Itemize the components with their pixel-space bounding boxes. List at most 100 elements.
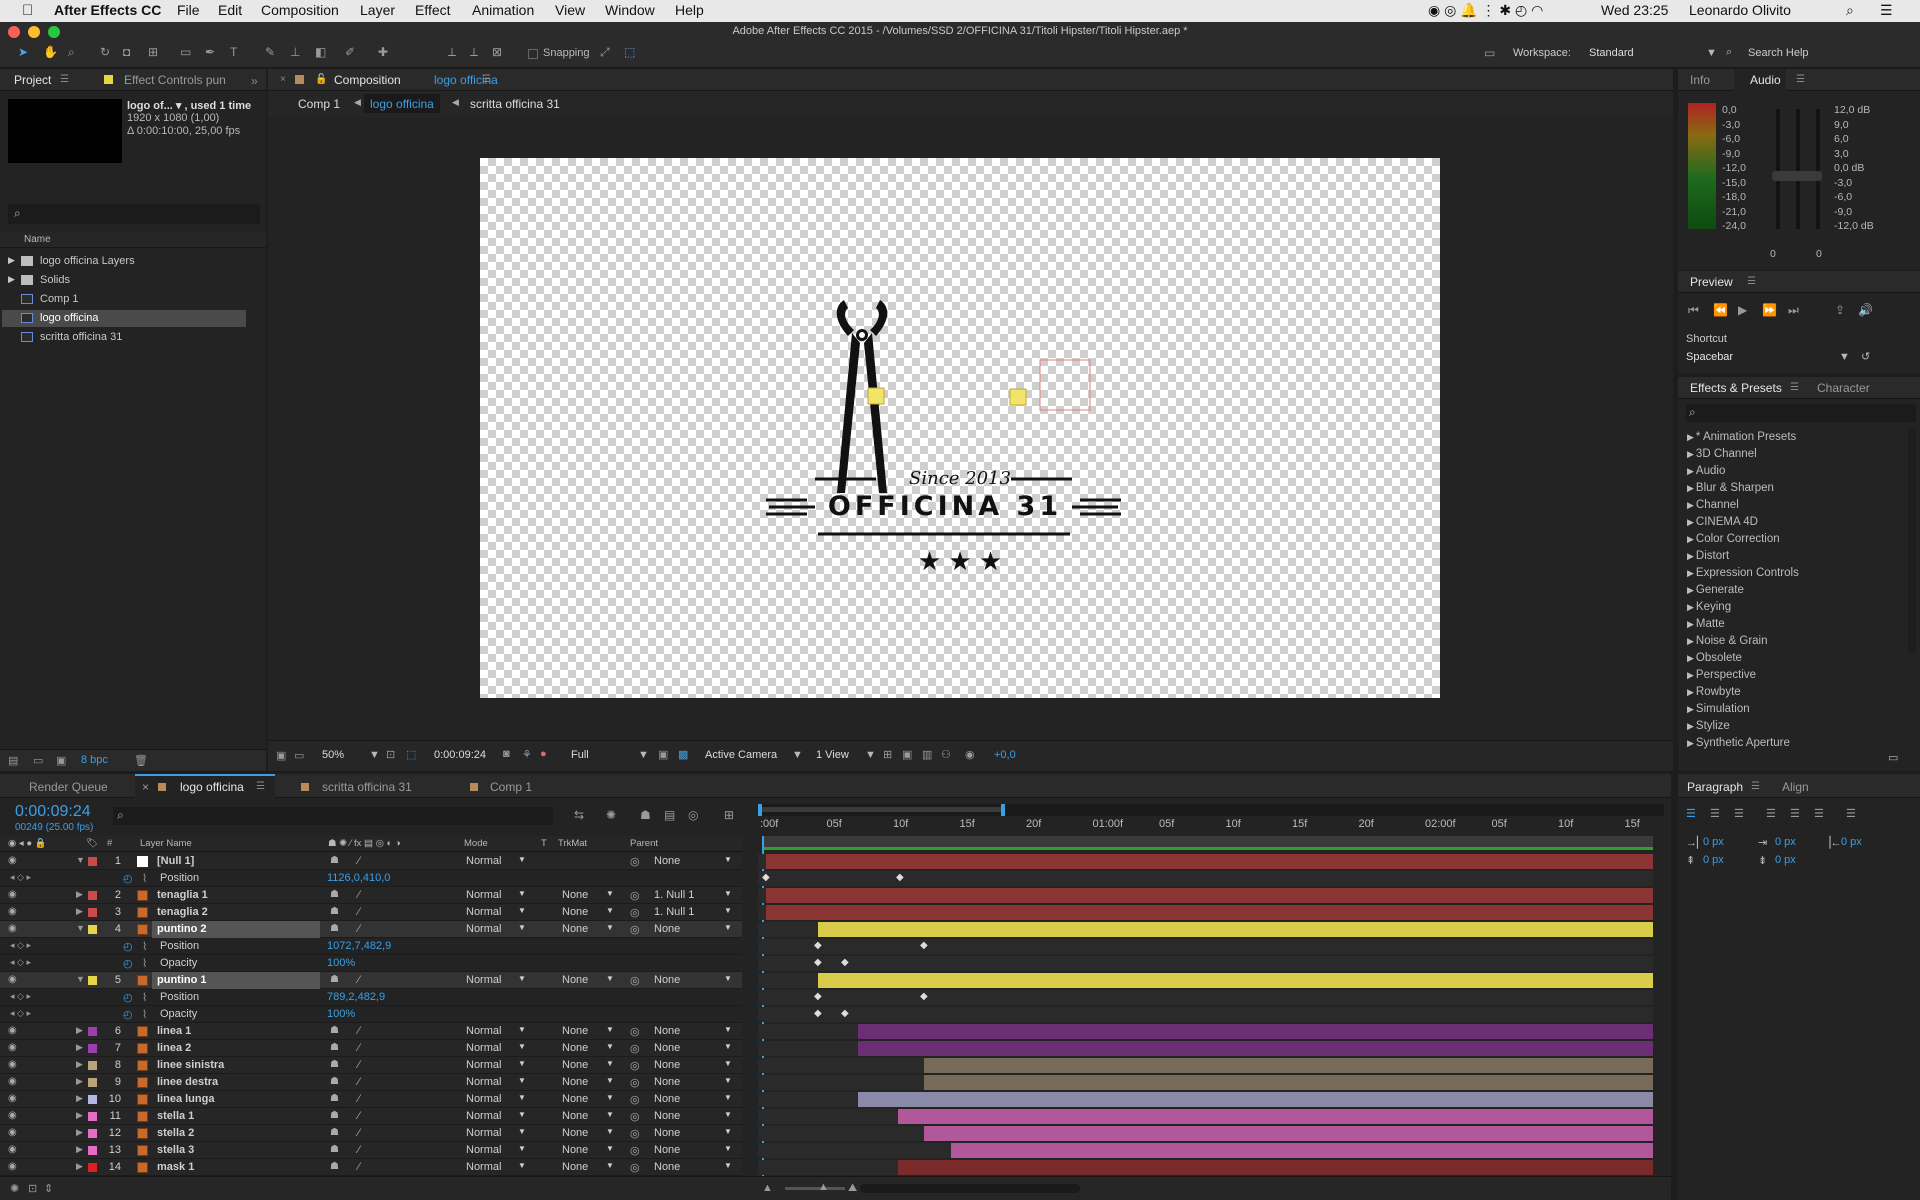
project-item[interactable]: ▶ Solids [2, 272, 246, 289]
tab-effect-controls[interactable]: Effect Controls pun [124, 73, 226, 87]
expand-arrow-icon[interactable]: ▶ [1687, 721, 1694, 731]
layer-name[interactable]: tenaglia 2 [157, 906, 208, 918]
tab-comp1[interactable]: Comp 1 [490, 780, 532, 794]
quality-switch-icon[interactable]: ⁄ [358, 906, 360, 918]
pickwhip-icon[interactable]: ◎ [630, 1025, 640, 1038]
layer-row[interactable]: ◉ ▼ 5 puntino 1 ☗ ⁄ Normal ▼ None ▼ ◎ None ▼ [0, 972, 742, 989]
brush-tool-icon[interactable]: ✎ [265, 45, 275, 59]
search-help-input[interactable]: Search Help [1748, 47, 1809, 59]
stopwatch-icon[interactable]: ◴ [123, 872, 133, 885]
zoom-select[interactable]: 50% [322, 749, 344, 761]
prev-frame-icon[interactable]: ⏪ [1713, 303, 1728, 317]
trkmat-dropdown-icon[interactable]: ▼ [606, 1161, 614, 1170]
effects-category[interactable]: ▶ Keying [1687, 601, 1731, 613]
expand-arrow-icon[interactable]: ▶ [1687, 585, 1694, 595]
trkmat-select[interactable]: None [562, 1059, 588, 1071]
mode-dropdown-icon[interactable]: ▼ [518, 855, 526, 864]
in-out-icon[interactable]: ⇕ [44, 1182, 53, 1195]
shy-switch-icon[interactable]: ☗ [330, 1161, 339, 1172]
expand-arrow-icon[interactable]: ▶ [76, 1076, 83, 1087]
justify-left-icon[interactable]: ☰ [1766, 807, 1776, 820]
column-trkmat[interactable]: TrkMat [558, 838, 587, 849]
puppet-tool-icon[interactable]: ✚ [378, 45, 388, 59]
camera-tool-icon[interactable]: ◘ [123, 45, 130, 59]
effects-category[interactable]: ▶ Stylize [1687, 720, 1730, 732]
project-item[interactable]: logo officina [2, 310, 246, 327]
rotate-tool-icon[interactable]: ↻ [100, 45, 110, 59]
tab-character[interactable]: Character [1817, 381, 1870, 395]
layer-duration-bar[interactable] [818, 973, 1653, 988]
pickwhip-icon[interactable]: ◎ [630, 1093, 640, 1106]
mode-dropdown-icon[interactable]: ▼ [518, 1161, 526, 1170]
workspace-dropdown-icon[interactable]: ▼ [1706, 47, 1717, 59]
transfer-controls-icon[interactable]: ⊡ [28, 1182, 37, 1195]
navigator-end-handle[interactable] [1001, 804, 1005, 816]
trkmat-dropdown-icon[interactable]: ▼ [606, 923, 614, 932]
label-color-swatch[interactable] [88, 976, 97, 985]
layer-name[interactable]: linee sinistra [157, 1059, 224, 1071]
reset-exposure-icon[interactable]: ◉ [965, 748, 975, 761]
expand-arrow-icon[interactable]: ▶ [76, 1025, 83, 1036]
label-color-swatch[interactable] [88, 1129, 97, 1138]
indent-right-value[interactable]: 0 px [1841, 836, 1862, 848]
parent-dropdown-icon[interactable]: ▼ [724, 1059, 732, 1068]
trkmat-dropdown-icon[interactable]: ▼ [606, 1144, 614, 1153]
navigator-range[interactable] [760, 807, 1004, 812]
layer-name[interactable]: mask 1 [157, 1161, 194, 1173]
comp-mini-flowchart-icon[interactable]: ⇆ [574, 808, 584, 822]
parent-dropdown-icon[interactable]: ▼ [724, 889, 732, 898]
quality-switch-icon[interactable]: ⁄ [358, 974, 360, 986]
shy-switch-icon[interactable]: ☗ [330, 974, 339, 985]
visibility-eye-icon[interactable]: ◉ [8, 1127, 17, 1138]
effects-category[interactable]: ▶ Simulation [1687, 703, 1750, 715]
layer-duration-bar[interactable] [858, 1041, 1653, 1056]
property-row[interactable]: ◂ ◇ ▸ ◴ ⌇ Position 1126,0,410,0 [0, 870, 742, 887]
next-frame-icon[interactable]: ⏩ [1762, 303, 1777, 317]
effects-category[interactable]: ▶ Obsolete [1687, 652, 1742, 664]
interpret-footage-icon[interactable]: ▤ [8, 754, 18, 767]
pen-tool-icon[interactable]: ✒ [205, 45, 215, 59]
timeline-icon[interactable]: ▥ [922, 748, 932, 761]
frame-blending-icon[interactable]: ▤ [664, 808, 675, 822]
resolution-select[interactable]: Full [571, 749, 589, 761]
parent-select[interactable]: None [654, 1025, 680, 1037]
graph-icon[interactable]: ⌇ [142, 991, 147, 1004]
column-name[interactable]: Name [24, 234, 51, 245]
mode-dropdown-icon[interactable]: ▼ [518, 974, 526, 983]
visibility-eye-icon[interactable]: ◉ [8, 1076, 17, 1087]
keyframe-icon[interactable]: ◆ [920, 991, 928, 1002]
effects-category[interactable]: ▶ Noise & Grain [1687, 635, 1768, 647]
layer-name[interactable]: stella 3 [157, 1144, 194, 1156]
expand-arrow-icon[interactable]: ▶ [1687, 687, 1694, 697]
keyframe-icon[interactable]: ◆ [814, 1008, 822, 1019]
layer-duration-bar[interactable] [766, 854, 1653, 869]
new-comp-icon[interactable]: ▣ [56, 754, 66, 767]
graph-icon[interactable]: ⌇ [142, 940, 147, 953]
indent-left-value[interactable]: 0 px [1703, 836, 1724, 848]
effects-category[interactable]: ▶ Channel [1687, 499, 1739, 511]
layer-row[interactable]: ◉ ▶ 11 stella 1 ☗ ⁄ Normal ▼ None ▼ ◎ None ▼ [0, 1108, 742, 1125]
pickwhip-icon[interactable]: ◎ [630, 889, 640, 902]
mode-dropdown-icon[interactable]: ▼ [518, 923, 526, 932]
keyframe-nav-icon[interactable]: ◂ ◇ ▸ [10, 1008, 31, 1019]
views-select[interactable]: 1 View [816, 749, 849, 761]
title-safe-icon[interactable]: ⊡ [386, 748, 395, 761]
null-handle-puntino1[interactable] [867, 387, 885, 405]
layer-duration-bar[interactable] [924, 1075, 1653, 1090]
quality-switch-icon[interactable]: ⁄ [358, 1127, 360, 1139]
mode-select[interactable]: Normal [466, 1161, 501, 1173]
layer-row[interactable]: ◉ ▶ 10 linea lunga ☗ ⁄ Normal ▼ None ▼ ◎ None ▼ [0, 1091, 742, 1108]
region-of-interest-icon[interactable]: ▣ [658, 748, 668, 761]
layer-row[interactable]: ◉ ▶ 13 stella 3 ☗ ⁄ Normal ▼ None ▼ ◎ None ▼ [0, 1142, 742, 1159]
property-value[interactable]: 1126,0,410,0 [327, 872, 390, 884]
keyframe-nav-icon[interactable]: ◂ ◇ ▸ [10, 957, 31, 968]
trkmat-select[interactable]: None [562, 889, 588, 901]
zoom-window-button[interactable] [48, 26, 60, 38]
parent-select[interactable]: None [654, 1161, 680, 1173]
quality-switch-icon[interactable]: ⁄ [358, 889, 360, 901]
expand-arrow-icon[interactable]: ▶ [76, 1110, 83, 1121]
property-row[interactable]: ◂ ◇ ▸ ◴ ⌇ Opacity 100% [0, 955, 742, 972]
keyframe-icon[interactable]: ◆ [762, 872, 770, 883]
shy-switch-icon[interactable]: ☗ [330, 1042, 339, 1053]
mode-select[interactable]: Normal [466, 923, 501, 935]
